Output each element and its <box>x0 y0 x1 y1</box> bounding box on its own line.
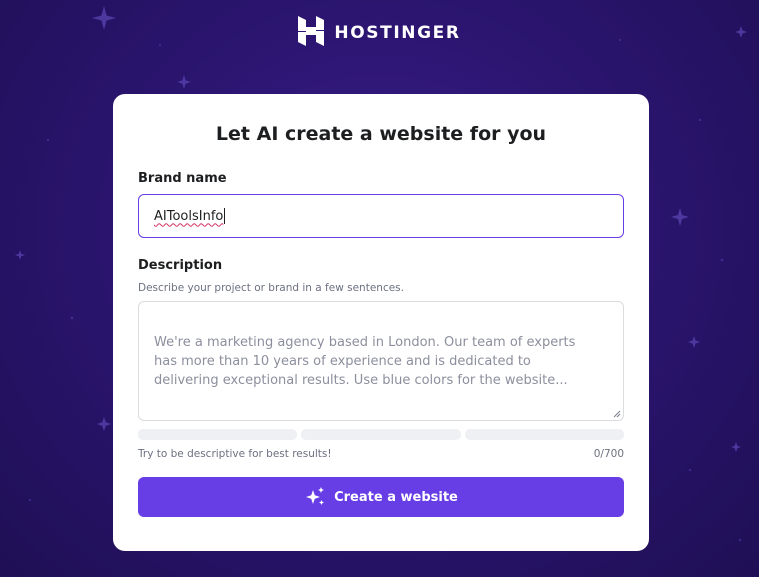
text-caret <box>224 208 226 224</box>
brand-name-value: AIToolsInfo <box>154 208 224 224</box>
description-hint-row: Try to be descriptive for best results! … <box>138 448 624 460</box>
description-placeholder: We're a marketing agency based in London… <box>154 335 576 388</box>
brand-name-label: Brand name <box>138 171 227 186</box>
strength-segment <box>301 429 461 440</box>
create-website-button[interactable]: Create a website <box>138 477 624 517</box>
sparkles-icon <box>304 487 326 507</box>
hostinger-logo[interactable]: HOSTINGER <box>0 16 759 50</box>
page-title: Let AI create a website for you <box>215 123 547 145</box>
description-helper-text: Describe your project or brand in a few … <box>138 282 404 294</box>
hostinger-h-icon <box>298 16 325 50</box>
description-label: Description <box>138 258 223 273</box>
ai-website-builder-card: Let AI create a website for you Brand na… <box>113 94 649 551</box>
character-counter: 0/700 <box>593 448 624 460</box>
logo-text: HOSTINGER <box>334 23 461 43</box>
resize-handle-icon[interactable] <box>612 409 621 418</box>
description-textarea[interactable]: We're a marketing agency based in London… <box>138 301 624 421</box>
description-strength-meter <box>138 429 624 440</box>
create-website-label: Create a website <box>334 489 458 505</box>
brand-name-input[interactable]: AIToolsInfo <box>138 194 624 238</box>
description-hint: Try to be descriptive for best results! <box>138 448 332 460</box>
strength-segment <box>464 429 624 440</box>
strength-segment <box>138 429 298 440</box>
